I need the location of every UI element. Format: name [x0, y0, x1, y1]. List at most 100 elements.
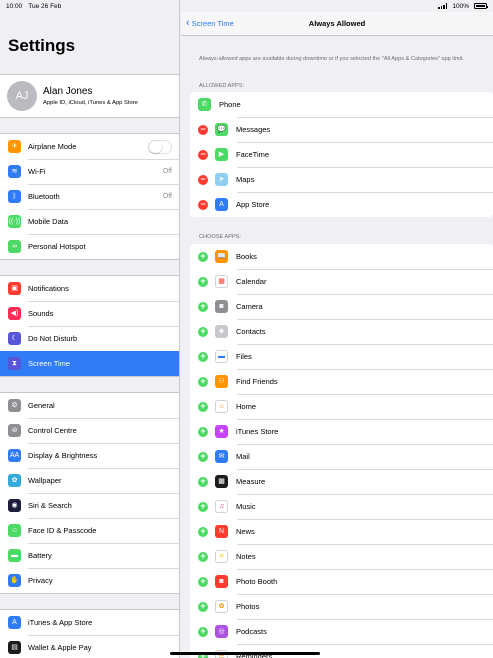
- app-label: FaceTime: [236, 150, 270, 159]
- add-button[interactable]: +: [198, 451, 208, 462]
- list-item: +☰Reminders: [190, 644, 493, 658]
- back-button[interactable]: ‹ Screen Time: [186, 18, 234, 29]
- add-button[interactable]: +: [198, 526, 208, 537]
- app-label: Messages: [236, 125, 271, 134]
- add-button[interactable]: +: [198, 551, 208, 562]
- list-item: + ◎ Podcasts: [190, 619, 493, 644]
- sidebar-item-personal-hotspot[interactable]: ∞ Personal Hotspot: [0, 234, 179, 259]
- list-item: + 📖 Books: [190, 244, 493, 269]
- profile-name: Alan Jones: [43, 86, 93, 97]
- battery-icon: ▬: [8, 549, 21, 562]
- sidebar-item-wallet-apple-pay[interactable]: ▤ Wallet & Apple Pay: [0, 635, 179, 658]
- add-button[interactable]: +: [198, 576, 208, 587]
- app-label: Mail: [236, 452, 250, 461]
- add-button[interactable]: +: [198, 376, 208, 387]
- books-icon: 📖: [215, 250, 228, 263]
- general-group: ⚙ General ⊜ Control Centre AA Display & Brigh…: [0, 392, 179, 594]
- allowed-apps-list: ✆ Phone − 💬 Messages − ▶ FaceTime − ➤ Maps − A App …: [190, 92, 493, 217]
- sidebar-item-label: General: [28, 401, 55, 410]
- add-button[interactable]: +: [198, 426, 208, 437]
- add-button[interactable]: +: [198, 501, 208, 512]
- sidebar-item-label: Face ID & Passcode: [28, 526, 97, 535]
- app-label: Photo Booth: [236, 577, 278, 586]
- notifications-group: ▣ Notifications ◀) Sounds ☾ Do Not Disturb ⧗ Sc…: [0, 275, 179, 377]
- app-label: Find Friends: [236, 377, 278, 386]
- sidebar-item-mobile-data[interactable]: ((·)) Mobile Data: [0, 209, 179, 234]
- app-label: Home: [236, 402, 257, 411]
- sidebar-item-label: Do Not Disturb: [28, 334, 78, 343]
- sidebar-item-label: Wallpaper: [28, 476, 62, 485]
- list-item: + ◙ Camera: [190, 294, 493, 319]
- add-button[interactable]: +: [198, 251, 208, 262]
- add-button[interactable]: +: [198, 276, 208, 287]
- sidebar-item-sounds[interactable]: ◀) Sounds: [0, 301, 179, 326]
- app-label: Podcasts: [236, 627, 267, 636]
- sidebar-item-label: Control Centre: [28, 426, 77, 435]
- app-label: Notes: [236, 552, 256, 561]
- siri-icon: ◉: [8, 499, 21, 512]
- sidebar-item-notifications[interactable]: ▣ Notifications: [0, 276, 179, 301]
- sidebar-item-control-centre[interactable]: ⊜ Control Centre: [0, 418, 179, 443]
- sidebar-item-value: Off: [162, 193, 172, 200]
- sidebar-item-itunes-app-store[interactable]: AiTunes & App Store: [0, 610, 179, 635]
- find-friends-icon: ⚇: [215, 375, 228, 388]
- list-item-phone: ✆ Phone: [190, 92, 493, 117]
- app-label: Books: [236, 252, 257, 261]
- antenna-icon: ((·)): [8, 215, 21, 228]
- sidebar-item-face-id-passcode[interactable]: ☺ Face ID & Passcode: [0, 518, 179, 543]
- add-button[interactable]: +: [198, 601, 208, 612]
- wallet-icon: ▤: [8, 641, 21, 654]
- sidebar-item-bluetooth[interactable]: ᛒ Bluetooth Off: [0, 184, 179, 209]
- app-label: Files: [236, 352, 252, 361]
- app-store-icon: A: [8, 616, 21, 629]
- music-icon: ♫: [215, 500, 228, 513]
- add-button[interactable]: +: [198, 476, 208, 487]
- remove-button[interactable]: −: [198, 149, 208, 160]
- status-date: Tue 26 Feb: [28, 2, 62, 10]
- airplane-icon: ✈: [8, 140, 21, 153]
- list-item: − ➤ Maps: [190, 167, 493, 192]
- apple-id-profile[interactable]: AJ Alan Jones Apple ID, iCloud, iTunes &…: [0, 74, 179, 118]
- airplane-mode-toggle[interactable]: [148, 139, 172, 154]
- maps-icon: ➤: [215, 173, 228, 186]
- list-item: + ✿ Photos: [190, 594, 493, 619]
- remove-button[interactable]: −: [198, 124, 208, 135]
- list-item: + ⚇ Find Friends: [190, 369, 493, 394]
- messages-icon: 💬: [215, 123, 228, 136]
- remove-button[interactable]: −: [198, 199, 208, 210]
- text-size-icon: AA: [8, 449, 21, 462]
- hourglass-icon: ⧗: [8, 357, 21, 370]
- sidebar-item-battery[interactable]: ▬ Battery: [0, 543, 179, 568]
- sidebar-item-privacy[interactable]: ✋ Privacy: [0, 568, 179, 593]
- choose-apps-list: + 📖 Books + ▦ Calendar + ◙ Camera + ☻ Contacts + ▬ Fil…: [190, 244, 493, 658]
- moon-icon: ☾: [8, 332, 21, 345]
- sidebar-item-label: Battery: [28, 551, 52, 560]
- app-label: Maps: [236, 175, 255, 184]
- sidebar-item-airplane-mode[interactable]: ✈ Airplane Mode: [0, 134, 179, 159]
- connectivity-group: ✈ Airplane Mode ≋ Wi-Fi Off ᛒ Bluetooth Off ((·)…: [0, 133, 179, 260]
- sidebar-item-value: Off: [162, 168, 172, 175]
- add-button[interactable]: +: [198, 351, 208, 362]
- sidebar-item-general[interactable]: ⚙ General: [0, 393, 179, 418]
- add-button[interactable]: +: [198, 626, 208, 637]
- mail-icon: ✉: [215, 450, 228, 463]
- home-icon: ⌂: [215, 400, 228, 413]
- sidebar-item-siri-search[interactable]: ◉ Siri & Search: [0, 493, 179, 518]
- add-button[interactable]: +: [198, 401, 208, 412]
- calendar-icon: ▦: [215, 275, 228, 288]
- flower-icon: ✿: [8, 474, 21, 487]
- sidebar-item-display-brightness[interactable]: AA Display & Brightness: [0, 443, 179, 468]
- add-button[interactable]: +: [198, 301, 208, 312]
- app-label: News: [236, 527, 255, 536]
- sidebar-item-wi-fi[interactable]: ≋ Wi-Fi Off: [0, 159, 179, 184]
- list-item: + ☻ Contacts: [190, 319, 493, 344]
- battery-percentage: 100%: [452, 2, 469, 10]
- face-id-icon: ☺: [8, 524, 21, 537]
- add-button[interactable]: +: [198, 326, 208, 337]
- sidebar-item-screen-time[interactable]: ⧗ Screen Time: [0, 351, 179, 376]
- sidebar-item-wallpaper[interactable]: ✿ Wallpaper: [0, 468, 179, 493]
- list-item: + ★ iTunes Store: [190, 419, 493, 444]
- remove-button[interactable]: −: [198, 174, 208, 185]
- sidebar-item-do-not-disturb[interactable]: ☾ Do Not Disturb: [0, 326, 179, 351]
- sidebar-item-label: Privacy: [28, 576, 53, 585]
